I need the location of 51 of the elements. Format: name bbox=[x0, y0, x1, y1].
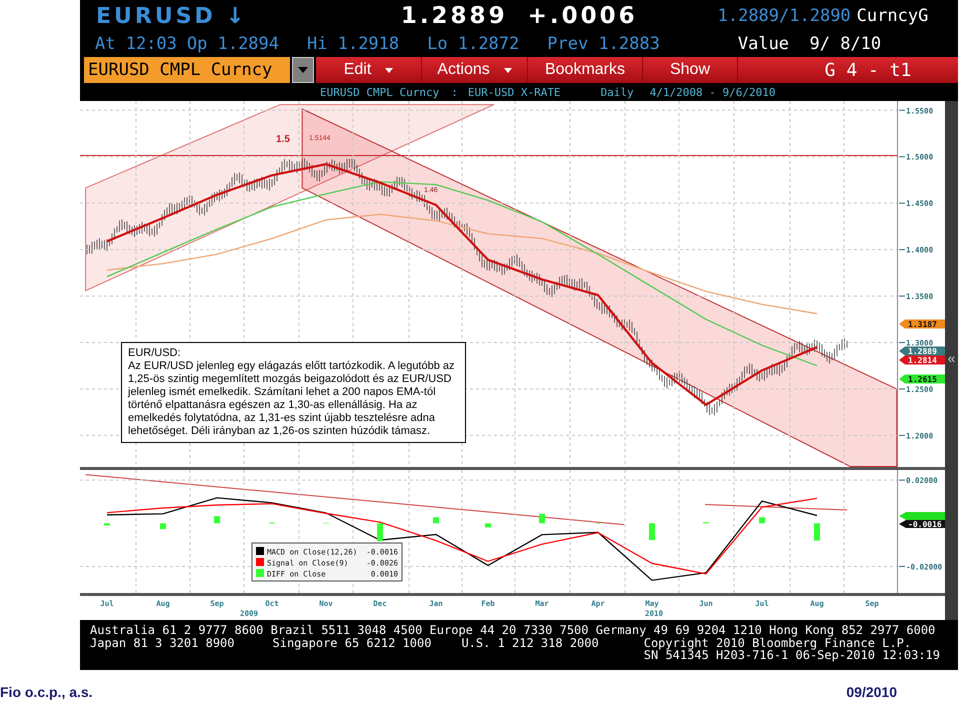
price-tag: 1.2889 bbox=[899, 346, 945, 356]
dropdown-button[interactable] bbox=[292, 57, 314, 83]
last-price: 1.2889 bbox=[400, 3, 508, 29]
separator: : bbox=[451, 86, 458, 98]
direction-arrow: ↓ bbox=[226, 4, 246, 28]
report-date: 09/2010 bbox=[846, 684, 897, 700]
chart-period: Daily bbox=[600, 86, 634, 98]
comment-text: Az EUR/USD jelenleg egy elágazás előtt tartózkodik. A legutóbb az 1,25-ös szintig megemlített mozgás beigazolódott és az EUR/USD jelenleg ismét emelkedik. Számítani lehet a 200 napos EMA-tól történő elpattanásra egészen az 1,30-as ellenállásig. Ha az emelkedés folytatódna, az 1,31-es szint újabb tesztelésre adna lehetőséget. Déli irányban az 1,26-os szinten húzódik támasz. bbox=[128, 360, 456, 438]
company-name: Fio o.c.p., a.s. bbox=[0, 684, 93, 700]
price-change: +.0006 bbox=[528, 3, 638, 29]
bar bbox=[160, 523, 166, 530]
bar bbox=[759, 517, 765, 524]
bar bbox=[814, 523, 820, 541]
menu-button[interactable]: Edit bbox=[316, 57, 422, 83]
bar bbox=[649, 523, 655, 540]
caret-icon bbox=[298, 67, 308, 73]
security-name: EURUSD CMPL Curncy bbox=[320, 86, 440, 98]
security-description: EUR-USD X-RATE bbox=[468, 86, 561, 98]
menu-button[interactable]: Actions bbox=[422, 57, 528, 83]
price-tag: 1.2615 bbox=[899, 374, 945, 384]
value-tag-marker bbox=[899, 512, 945, 520]
security-field[interactable]: EURUSD CMPL Curncy bbox=[84, 57, 290, 83]
page-id: G 4 - t1 bbox=[824, 58, 912, 82]
price-tag: 1.2814 bbox=[899, 356, 945, 365]
market-sector: CurncyG bbox=[856, 6, 928, 26]
price-annotation: 1.5 bbox=[276, 134, 290, 145]
session-info: SN 541345 H203-716-1 06-Sep-2010 12:03:19 bbox=[642, 649, 941, 662]
previous-close: Prev 1.2883 bbox=[547, 34, 660, 54]
low-price: Lo 1.2872 bbox=[427, 34, 520, 54]
date-range: 4/1/2008 - 9/6/2010 bbox=[650, 86, 776, 98]
collapse-handle[interactable]: « bbox=[948, 351, 956, 365]
value-tag: -0.0016 bbox=[899, 520, 945, 529]
bar bbox=[485, 523, 491, 528]
value-date: Value 9/ 8/10 bbox=[738, 34, 882, 54]
menu-button[interactable]: Show bbox=[643, 57, 738, 83]
bar bbox=[214, 516, 220, 524]
contact-entry: Singapore 65 6212 1000 bbox=[272, 636, 432, 649]
ticker-symbol: EURUSD bbox=[96, 4, 216, 28]
open-price: Op 1.2894 bbox=[186, 34, 280, 54]
bar bbox=[433, 517, 439, 524]
contact-line: Australia 61 2 9777 8600 Brazil 5511 3048 4500 Europe 44 20 7330 7500 Germany 49 69 9204 1210 Hong Kong 852 2977 6000 bbox=[90, 624, 936, 636]
price-tag: 1.3187 bbox=[899, 320, 945, 329]
comment-title: EUR/USD: bbox=[128, 347, 182, 360]
quote-time: At 12:03 bbox=[95, 34, 177, 54]
high-price: Hi 1.2918 bbox=[307, 34, 400, 54]
bar bbox=[377, 523, 383, 542]
menu-button[interactable]: Bookmarks bbox=[528, 57, 643, 83]
bid-ask: 1.2889/1.2890 bbox=[718, 6, 851, 26]
contact-entry: Japan 81 3 3201 8900 bbox=[90, 636, 234, 649]
copyright-text: Copyright 2010 Bloomberg Finance L.P. bbox=[644, 636, 912, 649]
contact-entry: U.S. 1 212 318 2000 bbox=[461, 636, 599, 649]
